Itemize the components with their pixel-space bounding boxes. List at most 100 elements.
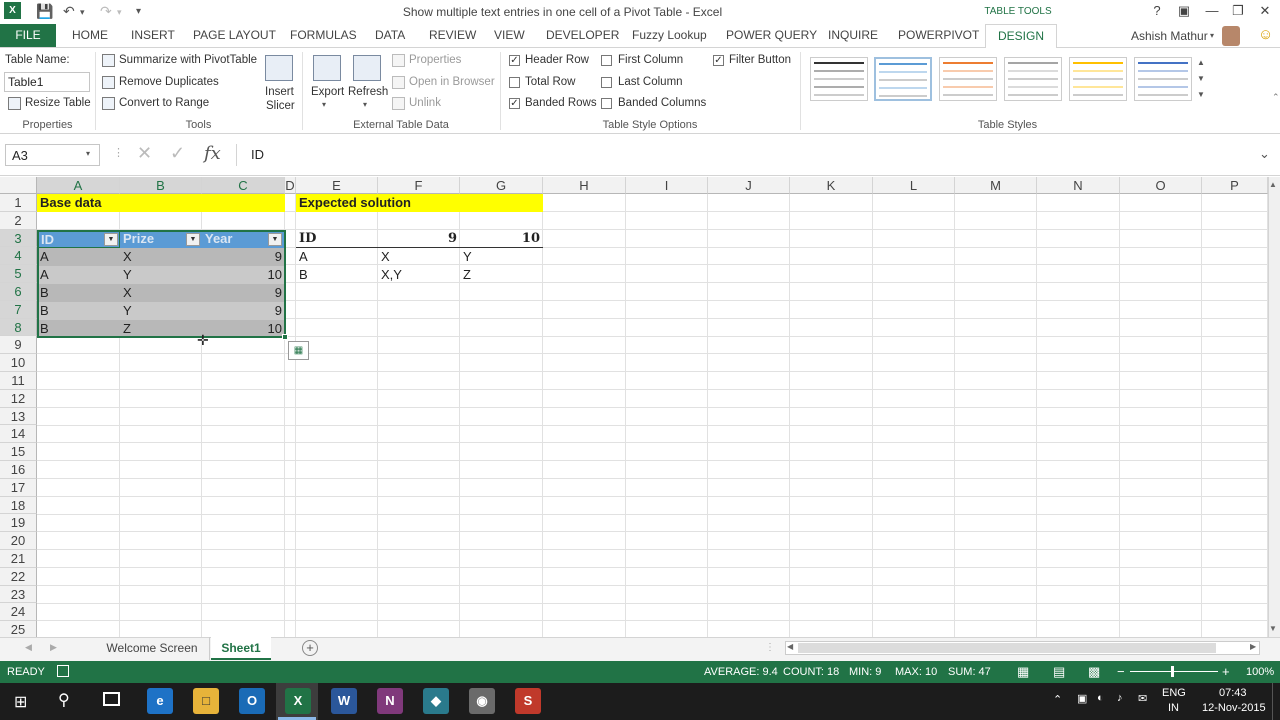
banded-rows-checkbox[interactable]: ✓	[509, 98, 520, 109]
zoom-out-icon[interactable]: −	[1117, 664, 1125, 679]
column-header-C[interactable]: C	[202, 177, 285, 194]
name-box-dropdown-icon[interactable]: ▾	[86, 149, 90, 158]
column-header-D[interactable]: D	[285, 177, 296, 194]
language-eng[interactable]: ENG	[1162, 687, 1186, 699]
row-header-9[interactable]: 9	[0, 336, 37, 355]
row-header-16[interactable]: 16	[0, 461, 37, 479]
column-header-G[interactable]: G	[460, 177, 543, 194]
status-average[interactable]: AVERAGE: 9.4	[704, 666, 778, 678]
row-header-4[interactable]: 4	[0, 247, 37, 266]
new-sheet-icon[interactable]: +	[302, 640, 318, 656]
tab-powerpivot[interactable]: POWERPIVOT	[898, 24, 979, 47]
page-layout-view-icon[interactable]: ▤	[1053, 664, 1065, 680]
worksheet-grid[interactable]: ABCDEFGHIJKLMNOP 1 2 3 4 5 6 7 8 9 10 11 12 13 14 15 16…	[0, 177, 1268, 637]
vertical-scrollbar[interactable]	[1268, 177, 1280, 637]
remove-duplicates-button[interactable]: Remove Duplicates	[119, 76, 219, 88]
sheet-prev-icon[interactable]: ◀	[25, 642, 32, 653]
row-header-14[interactable]: 14	[0, 425, 37, 444]
tab-insert[interactable]: INSERT	[131, 24, 175, 47]
filter-button-checkbox[interactable]: ✓	[713, 55, 724, 66]
user-name[interactable]: Ashish Mathur	[1131, 29, 1208, 43]
wifi-icon[interactable]: ◐	[1097, 692, 1104, 704]
cell-G3[interactable]: 10	[460, 230, 543, 247]
outlook-icon[interactable]: O	[239, 688, 265, 714]
row-header-22[interactable]: 22	[0, 567, 37, 586]
scroll-left-icon[interactable]: ◀	[787, 642, 793, 651]
table-style-swatch-blue-selected[interactable]	[874, 57, 932, 101]
cell-B5[interactable]: Y	[120, 266, 135, 283]
row-header-11[interactable]: 11	[0, 372, 37, 390]
table-style-swatch-orange[interactable]	[939, 57, 997, 101]
refresh-button[interactable]: Refresh	[348, 86, 388, 98]
cell-B8[interactable]: Z	[120, 320, 134, 337]
insert-slicer-label-1[interactable]: Insert	[265, 86, 294, 98]
task-view-icon[interactable]	[103, 692, 120, 706]
cell-B4[interactable]: X	[120, 248, 135, 265]
row-header-21[interactable]: 21	[0, 550, 37, 568]
unlink-button[interactable]: Unlink	[409, 97, 441, 109]
row-header-18[interactable]: 18	[0, 496, 37, 515]
scroll-down-icon[interactable]: ▼	[1269, 624, 1277, 633]
scroll-up-icon[interactable]: ▲	[1269, 180, 1277, 189]
column-header-F[interactable]: F	[378, 177, 460, 194]
row-header-23[interactable]: 23	[0, 585, 37, 604]
feedback-smiley-icon[interactable]: ☺	[1258, 26, 1273, 43]
export-dropdown-icon[interactable]: ▾	[322, 100, 326, 109]
cell-C5[interactable]: 10	[202, 266, 285, 283]
expand-formula-bar-icon[interactable]: ⌄	[1259, 146, 1270, 162]
column-header-J[interactable]: J	[708, 177, 790, 194]
zoom-slider-thumb[interactable]	[1171, 666, 1174, 677]
cell-E4[interactable]: A	[296, 248, 311, 265]
sheet-tab-welcome-screen[interactable]: Welcome Screen	[95, 637, 210, 660]
cancel-entry-icon[interactable]: ✕	[137, 143, 152, 164]
quick-analysis-icon[interactable]: ▦	[288, 341, 309, 360]
row-header-13[interactable]: 13	[0, 407, 37, 426]
cell-B7[interactable]: Y	[120, 302, 135, 319]
avatar[interactable]	[1222, 26, 1240, 46]
row-header-8[interactable]: 8	[0, 318, 37, 337]
sheet-tab-sheet1[interactable]: Sheet1	[211, 637, 271, 660]
summarize-pivottable-button[interactable]: Summarize with PivotTable	[119, 54, 257, 66]
page-break-view-icon[interactable]: ▩	[1088, 664, 1100, 680]
total-row-checkbox[interactable]	[509, 77, 520, 88]
tab-file[interactable]: FILE	[0, 24, 56, 47]
tray-chevron-icon[interactable]: ⌃	[1053, 693, 1062, 706]
row-header-10[interactable]: 10	[0, 354, 37, 372]
row-header-15[interactable]: 15	[0, 443, 37, 461]
file-explorer-icon[interactable]: □	[193, 688, 219, 714]
cell-A7[interactable]: B	[37, 302, 52, 319]
macro-record-icon[interactable]	[57, 665, 69, 677]
tab-view[interactable]: VIEW	[494, 24, 525, 47]
status-sum[interactable]: SUM: 47	[948, 666, 991, 678]
cell-A8[interactable]: B	[37, 320, 52, 337]
cell-F5[interactable]: X,Y	[378, 266, 405, 283]
column-header-P[interactable]: P	[1202, 177, 1268, 194]
refresh-dropdown-icon[interactable]: ▾	[363, 100, 367, 109]
column-header-O[interactable]: O	[1120, 177, 1202, 194]
cell-A6[interactable]: B	[37, 284, 52, 301]
normal-view-icon[interactable]: ▦	[1017, 664, 1029, 680]
cell-A4[interactable]: A	[37, 248, 52, 265]
cell-F3[interactable]: 9	[378, 230, 460, 247]
tab-formulas[interactable]: FORMULAS	[290, 24, 357, 47]
gallery-scroll-buttons[interactable]: ▲ ▼ ▼	[1197, 55, 1205, 103]
zoom-in-icon[interactable]: +	[1222, 664, 1230, 679]
tab-page-layout[interactable]: PAGE LAYOUT	[193, 24, 276, 47]
table-style-swatch-gray[interactable]	[1004, 57, 1062, 101]
cell-G4[interactable]: Y	[460, 248, 475, 265]
tab-data[interactable]: DATA	[375, 24, 405, 47]
edge-icon[interactable]: e	[147, 688, 173, 714]
row-header-2[interactable]: 2	[0, 211, 37, 230]
row-header-25[interactable]: 25	[0, 621, 37, 637]
clock-date[interactable]: 12-Nov-2015	[1202, 702, 1266, 714]
row-header-5[interactable]: 5	[0, 265, 37, 283]
minimize-icon[interactable]: —	[1200, 3, 1224, 18]
tab-splitter-icon[interactable]: ⋮	[765, 642, 775, 653]
close-icon[interactable]: ✕	[1253, 3, 1277, 19]
tab-design[interactable]: DESIGN	[985, 24, 1057, 49]
formula-input[interactable]: ID	[236, 144, 1256, 166]
search-icon[interactable]: ⚲	[58, 690, 70, 710]
row-header-17[interactable]: 17	[0, 478, 37, 497]
tab-inquire[interactable]: INQUIRE	[828, 24, 878, 47]
network-icon[interactable]: ▣	[1077, 692, 1087, 705]
